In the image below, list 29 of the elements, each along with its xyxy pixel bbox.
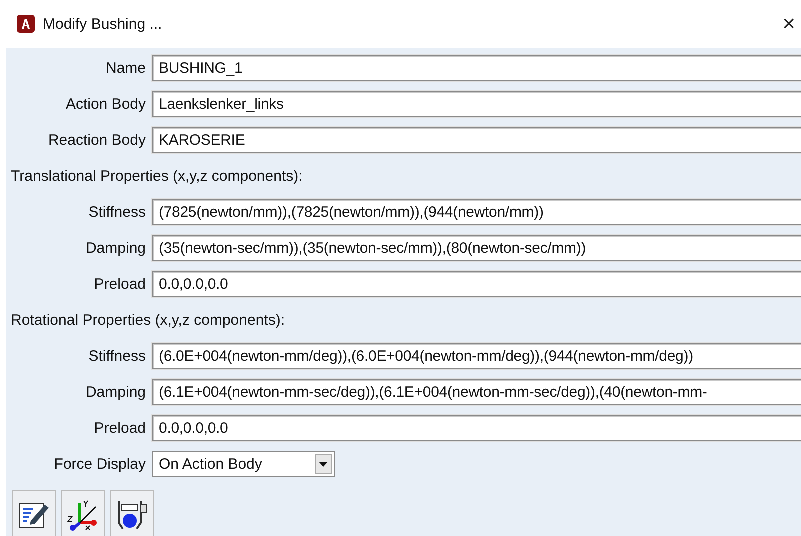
- section-heading: Rotational Properties (x,y,z components):: [10, 312, 286, 328]
- dropdown[interactable]: On Action Body: [152, 451, 335, 477]
- text-field[interactable]: 0.0,0.0,0.0: [152, 271, 801, 297]
- tool-button[interactable]: [110, 490, 154, 536]
- tool-button[interactable]: [61, 490, 105, 536]
- field-label: Name: [104, 60, 147, 76]
- text-field[interactable]: (6.1E+004(newton-mm-sec/deg)),(6.1E+004(newton-mm-sec/deg)),(40(newton-mm-: [152, 379, 801, 405]
- window-title: Modify Bushing ...: [43, 16, 164, 32]
- text-field[interactable]: (6.0E+004(newton-mm/deg)),(6.0E+004(newton-mm/deg)),(944(newton-mm/deg)): [152, 343, 801, 369]
- app-logo: [17, 15, 35, 33]
- field-label: Action Body: [64, 96, 147, 112]
- field-label: Damping: [84, 240, 147, 256]
- text-field[interactable]: 0.0,0.0,0.0: [152, 415, 801, 441]
- field-label: Stiffness: [88, 348, 147, 364]
- text-field[interactable]: BUSHING_1: [152, 55, 801, 81]
- text-field[interactable]: Laenkslenker_links: [152, 91, 801, 117]
- field-label: Reaction Body: [47, 132, 147, 148]
- tool-button[interactable]: [12, 490, 56, 536]
- text-field[interactable]: KAROSERIE: [152, 127, 801, 153]
- text-field[interactable]: (35(newton-sec/mm)),(35(newton-sec/mm)),(80(newton-sec/mm)): [152, 235, 801, 261]
- text-field[interactable]: (7825(newton/mm)),(7825(newton/mm)),(944(newton/mm)): [152, 199, 801, 225]
- caret-icon: [319, 462, 328, 466]
- field-label: Preload: [93, 420, 147, 436]
- field-label: Preload: [93, 276, 147, 292]
- close-button[interactable]: ×: [777, 11, 801, 37]
- field-label: Stiffness: [88, 204, 147, 220]
- field-label: Damping: [84, 384, 147, 400]
- field-label: Force Display: [53, 456, 147, 472]
- section-heading: Translational Properties (x,y,z components):: [10, 168, 303, 184]
